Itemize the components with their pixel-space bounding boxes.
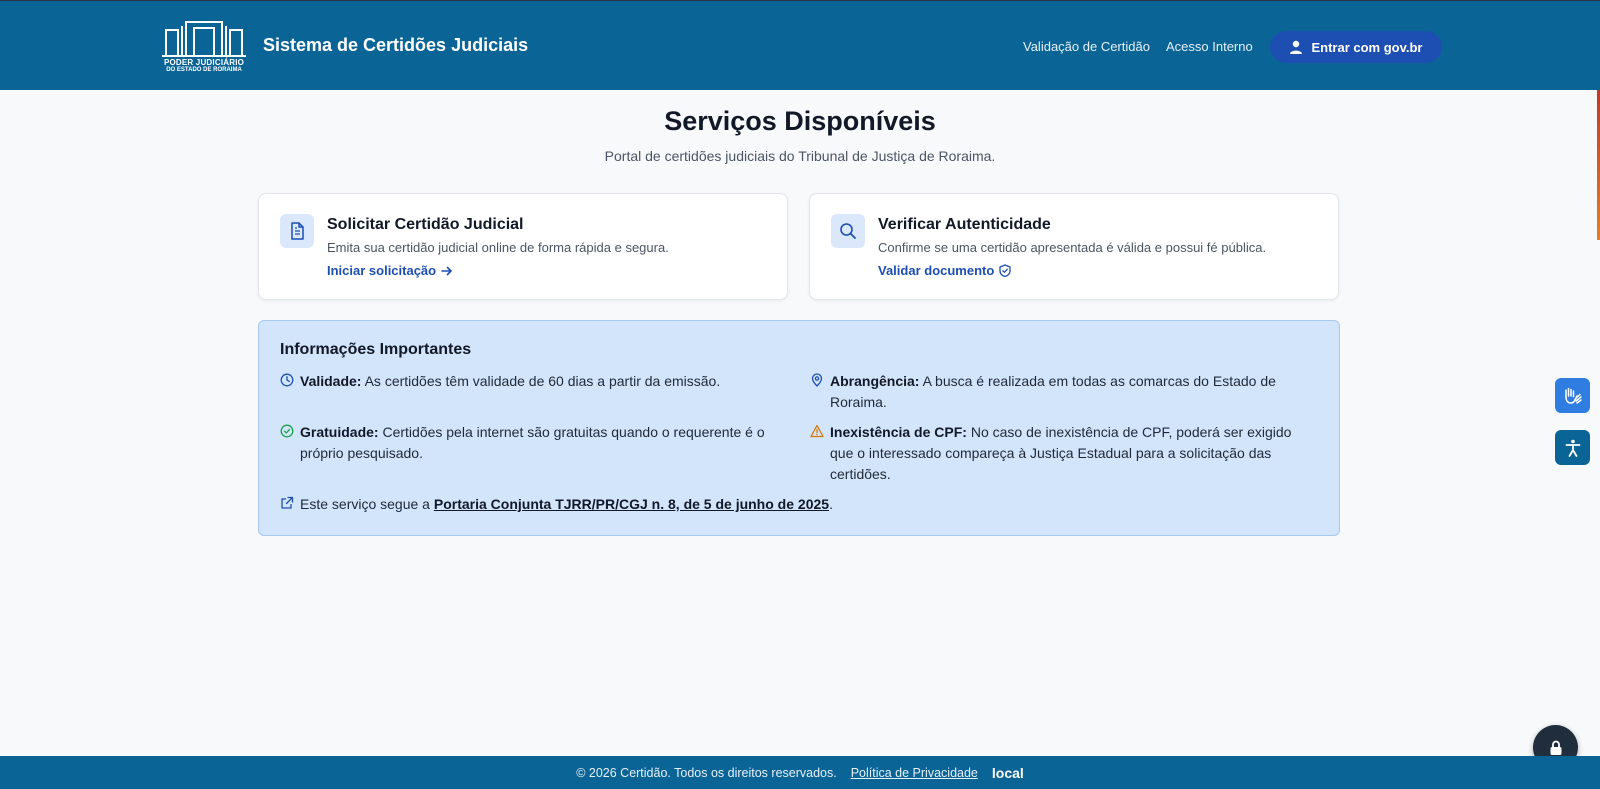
user-icon [1290, 40, 1303, 54]
page-subtitle: Portal de certidões judiciais do Tribuna… [604, 148, 996, 164]
logo-line-1: PODER JUDICIÁRIO [163, 58, 245, 67]
logo-line-2: DO ESTADO DE RORAIMA [166, 67, 242, 73]
page-footer: © 2026 Certidão. Todos os direitos reser… [0, 756, 1600, 789]
login-govbr-label: Entrar com gov.br [1311, 39, 1423, 55]
map-pin-icon [811, 373, 823, 387]
accessibility-person-icon [1565, 439, 1580, 457]
check-circle-icon [280, 424, 294, 438]
nav-acesso-interno[interactable]: Acesso Interno [1166, 39, 1253, 54]
arrow-right-icon [441, 266, 452, 275]
libras-accessibility-button[interactable] [1555, 378, 1590, 413]
info-item-inexistencia-cpf: Inexistência de CPF: No caso de inexistê… [810, 422, 1300, 485]
page-title: Serviços Disponíveis [664, 106, 936, 136]
external-link-icon [281, 496, 294, 509]
lock-icon [1550, 740, 1561, 755]
validar-documento-link[interactable]: Validar documento [878, 263, 1011, 278]
nav-validacao-certidao[interactable]: Validação de Certidão [1023, 39, 1150, 54]
sign-language-hands-icon [1564, 387, 1582, 404]
card-solicitar-certidao[interactable]: Solicitar Certidão Judicial Emita sua ce… [258, 193, 788, 300]
card-title: Verificar Autenticidade [878, 216, 1051, 233]
important-info-panel: Informações Importantes Validade: As cer… [258, 320, 1340, 536]
link-label: Validar documento [878, 263, 995, 278]
top-header: PODER JUDICIÁRIO DO ESTADO DE RORAIMA Si… [0, 0, 1600, 90]
environment-badge: local [991, 764, 1024, 781]
portaria-suffix: . [829, 496, 833, 512]
warning-icon [810, 424, 824, 438]
card-description: Confirme se uma certidão apresentada é v… [878, 240, 1267, 255]
card-verificar-autenticidade[interactable]: Verificar Autenticidade Confirme se uma … [809, 193, 1339, 300]
info-label: Validade: [300, 373, 362, 389]
info-item-portaria: Este serviço segue a Portaria Conjunta T… [280, 494, 1180, 515]
search-icon [831, 214, 865, 248]
accessibility-menu-button[interactable] [1555, 430, 1590, 465]
info-label: Abrangência: [830, 373, 920, 389]
shield-check-icon [999, 264, 1011, 277]
info-text: As certidões têm validade de 60 dias a p… [364, 373, 721, 389]
app-title[interactable]: Sistema de Certidões Judiciais [263, 35, 528, 56]
privacy-policy-link[interactable]: Política de Privacidade [851, 766, 978, 780]
info-item-abrangencia: Abrangência: A busca é realizada em toda… [810, 371, 1300, 413]
card-title: Solicitar Certidão Judicial [327, 216, 524, 233]
document-icon [280, 214, 314, 248]
info-title: Informações Importantes [280, 341, 472, 358]
footer-copyright: © 2026 Certidão. Todos os direitos reser… [576, 765, 837, 780]
info-item-validade: Validade: As certidões têm validade de 6… [280, 371, 780, 392]
info-label: Inexistência de CPF: [830, 424, 967, 440]
info-label: Gratuidade: [300, 424, 379, 440]
card-description: Emita sua certidão judicial online de fo… [327, 240, 669, 255]
portaria-prefix: Este serviço segue a [300, 496, 430, 512]
clock-icon [280, 373, 294, 387]
link-label: Iniciar solicitação [327, 263, 437, 278]
login-govbr-button[interactable]: Entrar com gov.br [1270, 31, 1442, 63]
portaria-link[interactable]: Portaria Conjunta TJRR/PR/CGJ n. 8, de 5… [434, 496, 829, 512]
info-item-gratuidade: Gratuidade: Certidões pela internet são … [280, 422, 780, 464]
iniciar-solicitacao-link[interactable]: Iniciar solicitação [327, 263, 453, 278]
tjrr-logo[interactable]: PODER JUDICIÁRIO DO ESTADO DE RORAIMA [160, 18, 248, 76]
court-building-logo-icon [162, 21, 246, 57]
